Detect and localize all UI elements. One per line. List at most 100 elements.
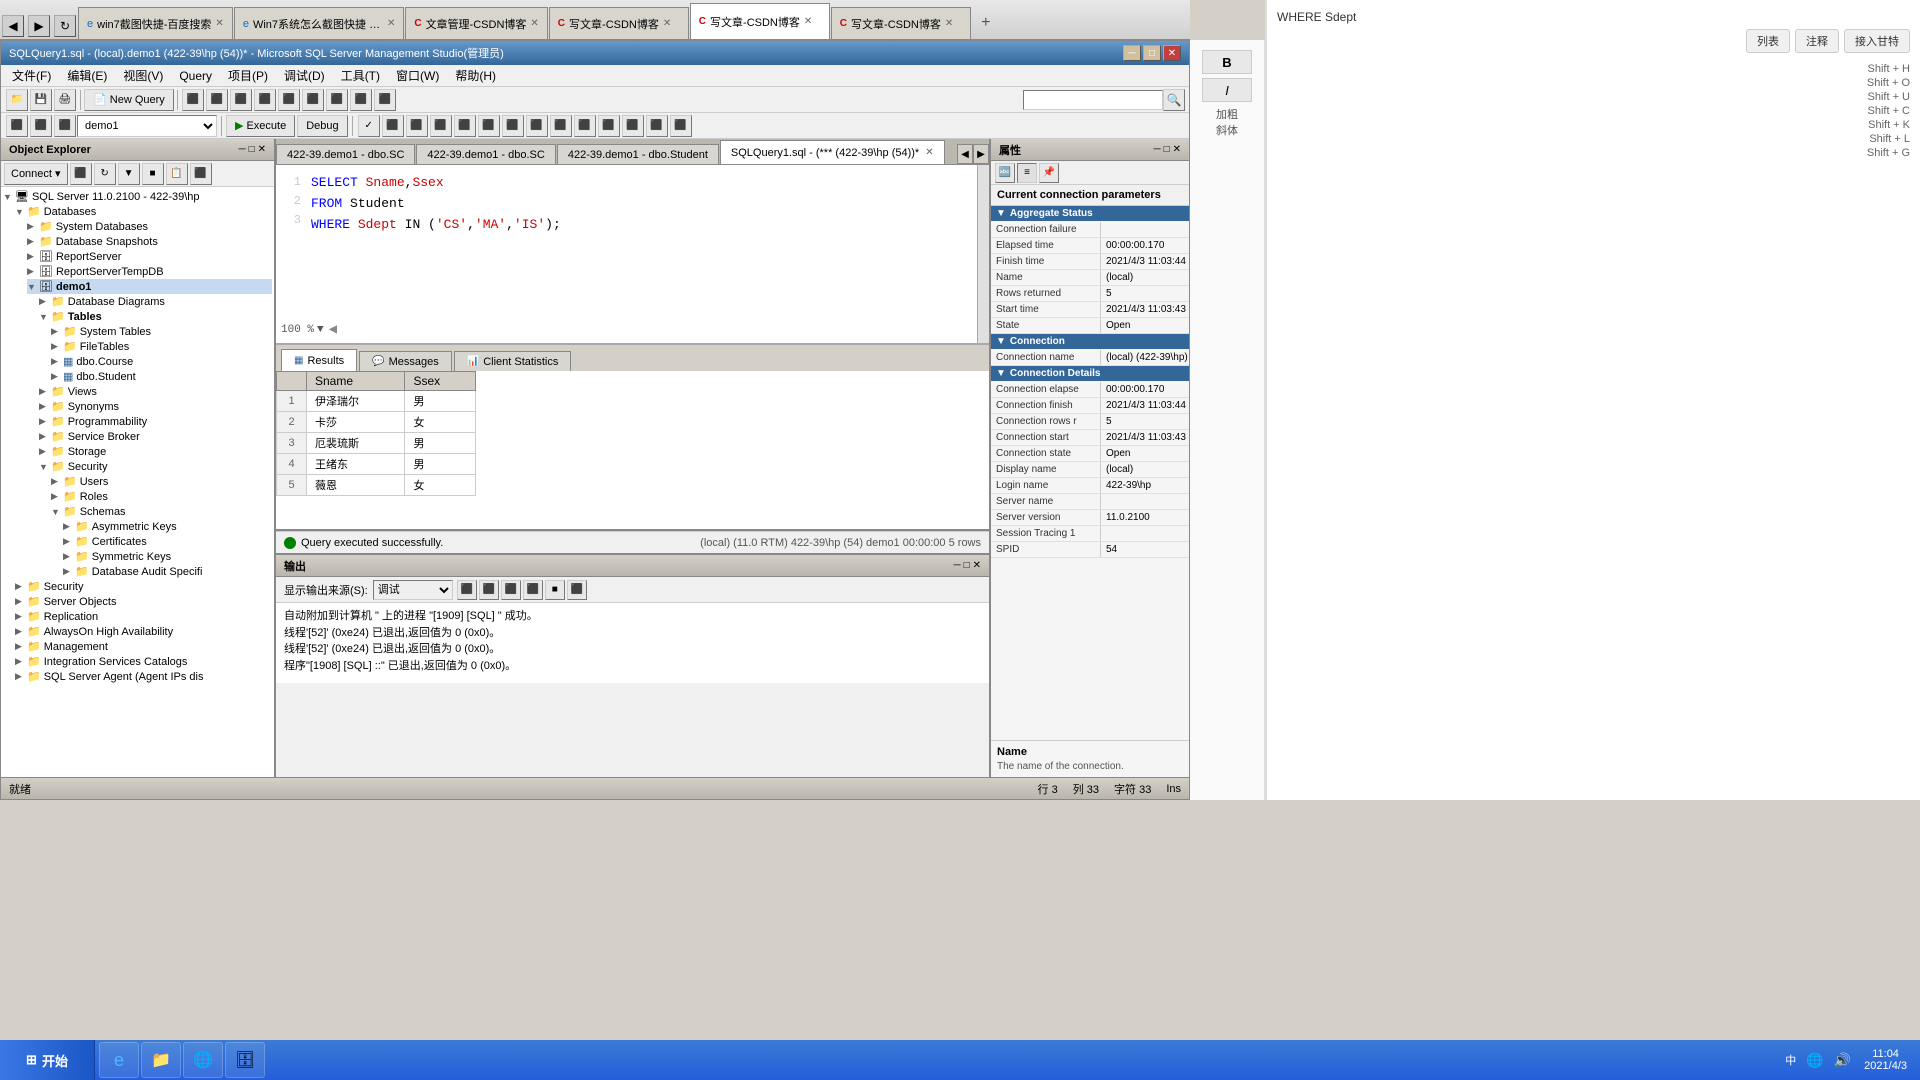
doc-tab-sc1[interactable]: 422-39.demo1 - dbo.SC	[276, 144, 415, 164]
output-btn-3[interactable]: ⬛	[501, 580, 521, 600]
menu-window[interactable]: 窗口(W)	[388, 65, 447, 86]
tree-item-databases[interactable]: ▼ 📁 Databases	[15, 204, 272, 219]
db-selector[interactable]: demo1	[77, 115, 217, 137]
comment-btn[interactable]: 注释	[1795, 29, 1839, 53]
tool-btn-sql-3[interactable]: ⬛	[54, 115, 76, 137]
browser-refresh-btn[interactable]: ↻	[54, 15, 76, 37]
tray-network[interactable]: 🌐	[1801, 1052, 1828, 1069]
output-minimize[interactable]: ─	[953, 560, 960, 571]
oe-filter-btn[interactable]: ▼	[118, 163, 140, 185]
tree-item-servicebroker[interactable]: ▶ 📁 Service Broker	[39, 429, 272, 444]
search-btn[interactable]: 🔍	[1163, 89, 1185, 111]
tree-item-programmability[interactable]: ▶ 📁 Programmability	[39, 414, 272, 429]
tool-sql-15[interactable]: ⬛	[622, 115, 644, 137]
doc-tabs-scroll-right[interactable]: ▶	[973, 144, 989, 164]
tab-client-statistics[interactable]: 📊 Client Statistics	[454, 351, 572, 371]
props-maximize-icon[interactable]: □	[1164, 144, 1170, 155]
tool-btn-3[interactable]: 🖨	[54, 89, 76, 111]
tab-results[interactable]: ▦ Results	[281, 349, 357, 371]
execute-btn[interactable]: ▶ Execute	[226, 115, 295, 137]
tool-sql-10[interactable]: ⬛	[502, 115, 524, 137]
tree-item-reportservertempdb[interactable]: ▶ 🗄 ReportServerTempDB	[27, 264, 272, 279]
tool-sql-12[interactable]: ⬛	[550, 115, 572, 137]
taskbar-ssms-btn[interactable]: 🗄	[225, 1042, 265, 1078]
oe-refresh-btn[interactable]: ↻	[94, 163, 116, 185]
tree-item-alwayson[interactable]: ▶ 📁 AlwaysOn High Availability	[15, 624, 272, 639]
tree-item-is-catalogs[interactable]: ▶ 📁 Integration Services Catalogs	[15, 654, 272, 669]
tree-item-server[interactable]: ▼ 🖥 SQL Server 11.0.2100 - 422-39\hp	[3, 189, 272, 204]
tool-btn-2[interactable]: 💾	[30, 89, 52, 111]
debug-btn[interactable]: Debug	[297, 115, 347, 137]
oe-close-icon[interactable]: ✕	[258, 144, 266, 155]
tree-item-student[interactable]: ▶ ▦ dbo.Student	[51, 369, 272, 384]
bold-format-btn[interactable]: B	[1202, 50, 1252, 74]
menu-help[interactable]: 帮助(H)	[447, 65, 504, 86]
menu-tools[interactable]: 工具(T)	[333, 65, 388, 86]
tool-sql-5[interactable]: ⬛	[382, 115, 404, 137]
tool-sql-9[interactable]: ⬛	[478, 115, 500, 137]
tool-btn-1[interactable]: 📁	[6, 89, 28, 111]
menu-debug[interactable]: 调试(D)	[276, 65, 333, 86]
tree-item-snapshots[interactable]: ▶ 📁 Database Snapshots	[27, 234, 272, 249]
tool-sql-13[interactable]: ⬛	[574, 115, 596, 137]
editor-scrollbar-v[interactable]	[977, 165, 989, 343]
oe-maximize-icon[interactable]: □	[249, 144, 255, 155]
oe-connect-btn[interactable]: Connect ▾	[4, 163, 68, 185]
tool-btn-12[interactable]: ⬛	[374, 89, 396, 111]
tree-item-diagrams[interactable]: ▶ 📁 Database Diagrams	[39, 294, 272, 309]
ssms-close-btn[interactable]: ✕	[1163, 45, 1181, 61]
doc-tab-sc2[interactable]: 422-39.demo1 - dbo.SC	[416, 144, 555, 164]
tree-item-audit[interactable]: ▶ 📁 Database Audit Specifi	[63, 564, 272, 579]
start-button[interactable]: ⊞ 开始	[0, 1040, 95, 1080]
menu-project[interactable]: 项目(P)	[220, 65, 276, 86]
tree-item-asymkeys[interactable]: ▶ 📁 Asymmetric Keys	[63, 519, 272, 534]
props-minimize-icon[interactable]: ─	[1153, 144, 1160, 155]
tray-volume[interactable]: 🔊	[1829, 1052, 1856, 1069]
prop-section-aggregate_status[interactable]: ▼Aggregate Status	[991, 206, 1189, 221]
tree-item-tables[interactable]: ▼ 📁 Tables	[39, 309, 272, 324]
output-source-select[interactable]: 调试	[373, 580, 453, 600]
tree-item-servobj[interactable]: ▶ 📁 Server Objects	[15, 594, 272, 609]
tree-item-replication[interactable]: ▶ 📁 Replication	[15, 609, 272, 624]
output-maximize[interactable]: □	[964, 560, 970, 571]
doc-tab-student[interactable]: 422-39.demo1 - dbo.Student	[557, 144, 719, 164]
output-btn-1[interactable]: ⬛	[457, 580, 477, 600]
oe-sync-btn[interactable]: ⬛	[190, 163, 212, 185]
output-btn-6[interactable]: ⬛	[567, 580, 587, 600]
tool-btn-sql-1[interactable]: ⬛	[6, 115, 28, 137]
tree-item-schemas[interactable]: ▼ 📁 Schemas	[51, 504, 272, 519]
tab-csdn-3-active[interactable]: C 写文章-CSDN博客 ✕	[690, 3, 830, 39]
tree-item-synonyms[interactable]: ▶ 📁 Synonyms	[39, 399, 272, 414]
taskbar-ie-btn[interactable]: e	[99, 1042, 139, 1078]
tool-sql-7[interactable]: ⬛	[430, 115, 452, 137]
browser-forward-btn[interactable]: ▶	[28, 15, 50, 37]
tab-csdn-4[interactable]: C 写文章-CSDN博客 ✕	[831, 7, 971, 39]
prop-section-connection_details[interactable]: ▼Connection Details	[991, 366, 1189, 381]
tree-item-security-db[interactable]: ▼ 📁 Security	[39, 459, 272, 474]
tab-csdn-2[interactable]: C 写文章-CSDN博客 ✕	[549, 7, 689, 39]
doc-tabs-scroll-left[interactable]: ◀	[957, 144, 973, 164]
tool-sql-16[interactable]: ⬛	[646, 115, 668, 137]
list-btn[interactable]: 列表	[1746, 29, 1790, 53]
taskbar-chrome-btn[interactable]: 🌐	[183, 1042, 223, 1078]
new-tab-btn[interactable]: +	[972, 9, 1000, 37]
tool-sql-4[interactable]: ✓	[358, 115, 380, 137]
doc-tab-sqlquery-active[interactable]: SQLQuery1.sql - (*** (422-39\hp (54))* ✕	[720, 140, 945, 164]
tab-win7-2[interactable]: e Win7系统怎么截图快捷 5种:... ✕	[234, 7, 405, 39]
tool-btn-5[interactable]: ⬛	[206, 89, 228, 111]
tool-sql-8[interactable]: ⬛	[454, 115, 476, 137]
tool-btn-8[interactable]: ⬛	[278, 89, 300, 111]
clock-display[interactable]: 11:04 2021/4/3	[1856, 1048, 1915, 1072]
tree-item-filetables[interactable]: ▶ 📁 FileTables	[51, 339, 272, 354]
browser-back-btn[interactable]: ◀	[2, 15, 24, 37]
oe-disconnect-btn[interactable]: ⬛	[70, 163, 92, 185]
menu-file[interactable]: 文件(F)	[4, 65, 59, 86]
tool-btn-sql-2[interactable]: ⬛	[30, 115, 52, 137]
tree-item-reportserver[interactable]: ▶ 🗄 ReportServer	[27, 249, 272, 264]
tool-sql-11[interactable]: ⬛	[526, 115, 548, 137]
prop-section-connection[interactable]: ▼Connection	[991, 334, 1189, 349]
tool-btn-7[interactable]: ⬛	[254, 89, 276, 111]
tree-item-sqlagent[interactable]: ▶ 📁 SQL Server Agent (Agent IPs dis	[15, 669, 272, 684]
tree-item-roles[interactable]: ▶ 📁 Roles	[51, 489, 272, 504]
tab-win7-close[interactable]: ✕	[215, 18, 223, 29]
